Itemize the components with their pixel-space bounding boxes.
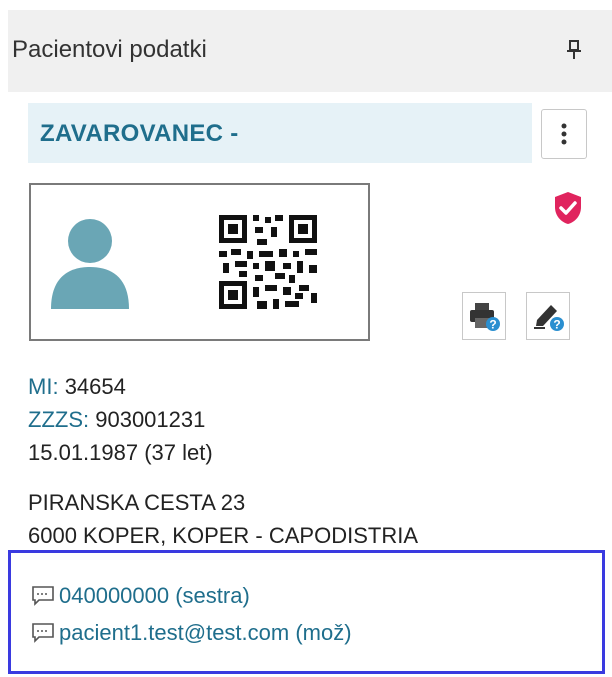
patient-photo-box (29, 183, 370, 341)
pin-icon (567, 40, 581, 59)
panel-header: Pacientovi podatki (8, 10, 612, 92)
zzzs-value: 903001231 (95, 407, 206, 432)
qr-code-icon (219, 215, 317, 309)
contact-email[interactable]: pacient1.test@test.com (mož) (31, 620, 352, 646)
mi-row: MI: 34654 (28, 374, 126, 400)
printer-info-icon: ? (470, 303, 500, 332)
more-vertical-icon (561, 123, 567, 145)
shield-check-icon[interactable] (553, 191, 583, 225)
contact-email-text: pacient1.test@test.com (mož) (59, 620, 352, 645)
svg-text:?: ? (489, 318, 496, 332)
mi-label: MI: (28, 374, 59, 399)
more-options-button[interactable] (541, 109, 587, 159)
patient-name-bar: ZAVAROVANEC - (28, 103, 532, 163)
pen-info-icon: ? (534, 305, 564, 332)
zzzs-label: ZZZS: (28, 407, 90, 432)
contact-phone[interactable]: 040000000 (sestra) (31, 583, 250, 609)
person-icon (51, 219, 129, 309)
edit-button[interactable]: ? (526, 292, 570, 340)
mi-value: 34654 (64, 374, 126, 399)
panel-title: Pacientovi podatki (12, 36, 207, 63)
message-icon (32, 623, 54, 643)
contacts-box: 040000000 (sestra) pacient1.test@test.co… (8, 550, 605, 674)
address-line-2: 6000 KOPER, KOPER - CAPODISTRIA (28, 523, 419, 548)
birth-date: 15.01.1987 (37 let) (28, 440, 213, 465)
svg-text:?: ? (553, 318, 560, 332)
contact-phone-text: 040000000 (sestra) (59, 583, 250, 608)
message-icon (32, 586, 54, 606)
print-button[interactable]: ? (462, 292, 506, 340)
patient-role-title: ZAVAROVANEC - (40, 120, 239, 147)
pin-button[interactable] (556, 28, 592, 72)
address-line-1: PIRANSKA CESTA 23 (28, 490, 246, 515)
zzzs-row: ZZZS: 903001231 (28, 407, 205, 433)
